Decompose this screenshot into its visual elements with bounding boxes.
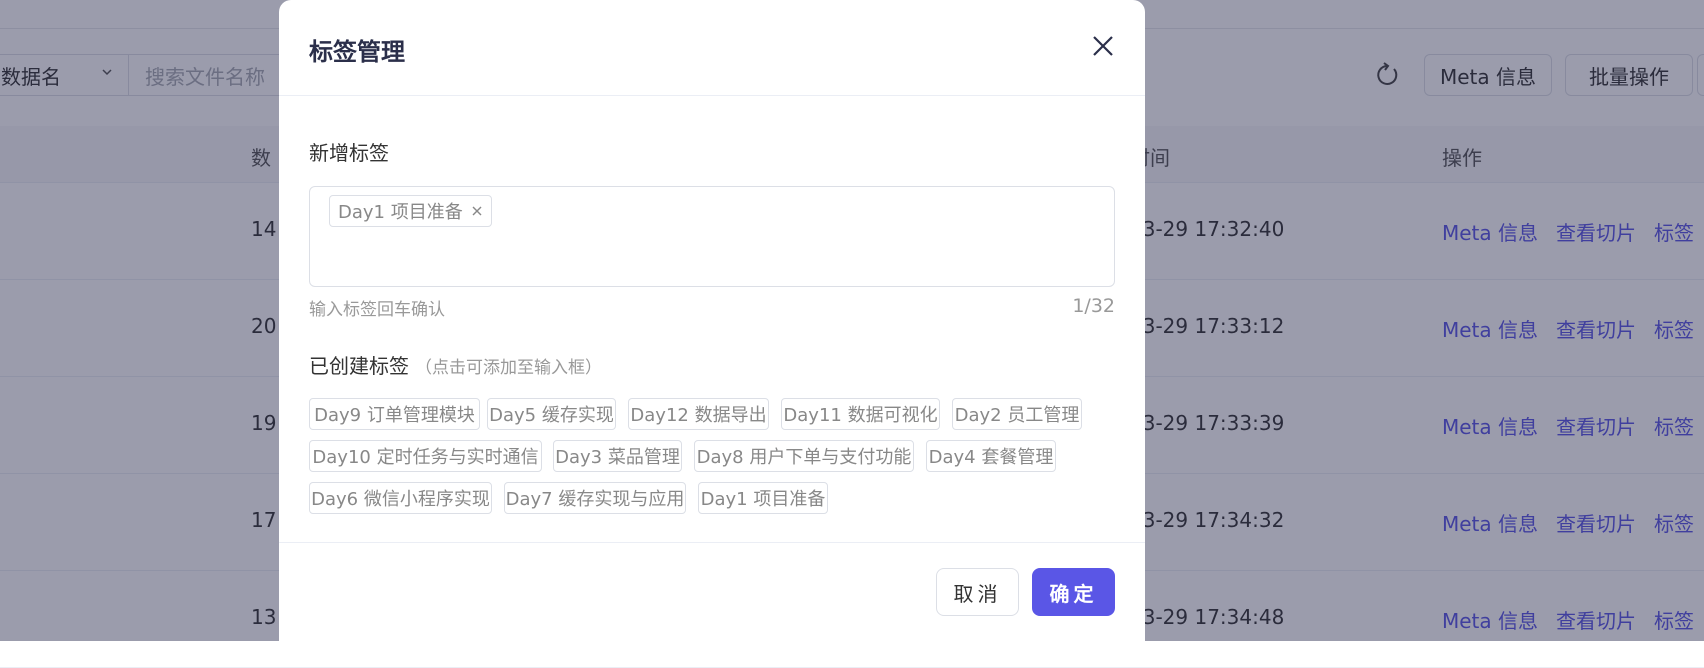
created-tag[interactable]: Day8 用户下单与支付功能 [694,440,914,472]
input-tag-chip-label: Day1 项目准备 [338,202,463,223]
tag-counter: 1/32 [1072,295,1115,317]
created-tags-heading: 已创建标签 （点击可添加至输入框） [309,350,602,379]
dialog-title: 标签管理 [309,38,405,66]
tag-input-hint: 输入标签回车确认 [309,300,445,320]
created-tag[interactable]: Day9 订单管理模块 [309,398,480,430]
remove-tag-icon[interactable] [471,205,483,217]
created-tag[interactable]: Day1 项目准备 [698,482,828,514]
created-tag[interactable]: Day5 缓存实现 [487,398,616,430]
tag-management-dialog: 标签管理 新增标签 Day1 项目准备 输入标签回车确认 1/32 已创建标签 （… [279,0,1145,641]
created-tag[interactable]: Day4 套餐管理 [926,440,1056,472]
close-icon[interactable] [1090,33,1116,59]
new-tag-label: 新增标签 [309,141,389,165]
input-tag-chip: Day1 项目准备 [329,195,492,227]
confirm-button[interactable]: 确定 [1032,568,1115,616]
dialog-header: 标签管理 [279,0,1145,96]
cancel-button[interactable]: 取消 [936,568,1019,616]
created-tag[interactable]: Day10 定时任务与实时通信 [309,440,542,472]
created-tag[interactable]: Day12 数据导出 [628,398,769,430]
dialog-footer: 取消 确定 [279,542,1145,642]
created-tag[interactable]: Day7 缓存实现与应用 [504,482,686,514]
created-tags-subtitle: （点击可添加至输入框） [415,358,602,378]
created-tag[interactable]: Day11 数据可视化 [781,398,940,430]
created-tags-label: 已创建标签 [309,354,409,378]
created-tag[interactable]: Day6 微信小程序实现 [309,482,492,514]
created-tag[interactable]: Day2 员工管理 [952,398,1082,430]
created-tag[interactable]: Day3 菜品管理 [553,440,682,472]
tag-input[interactable]: Day1 项目准备 [309,186,1115,287]
